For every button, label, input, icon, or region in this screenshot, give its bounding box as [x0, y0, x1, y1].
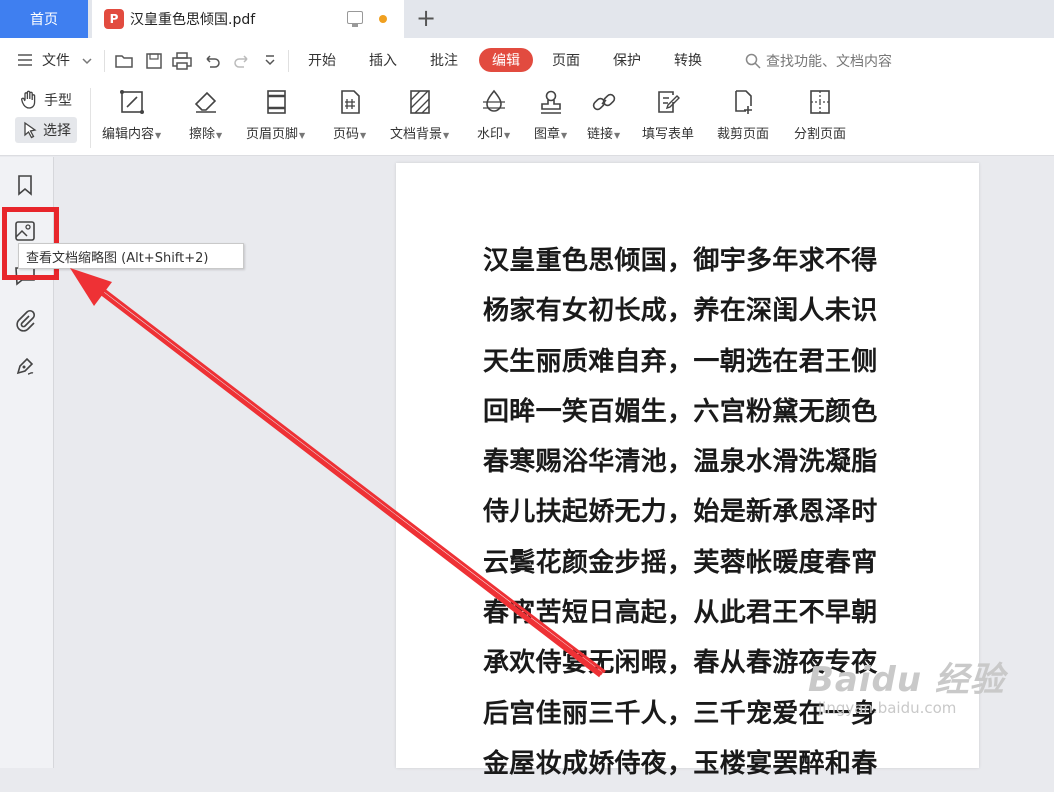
link-button[interactable]: 链接▼ — [587, 87, 620, 149]
link-icon — [589, 87, 619, 117]
tab-home[interactable]: 首页 — [0, 0, 88, 38]
header-footer-button[interactable]: 页眉页脚▼ — [246, 87, 305, 149]
open-folder-icon[interactable] — [114, 51, 134, 75]
hand-icon — [21, 90, 36, 109]
header-footer-icon — [261, 87, 291, 117]
hamburger-menu-icon[interactable] — [16, 51, 34, 73]
edit-content-icon — [117, 87, 147, 117]
hand-tool-button[interactable]: 手型 — [20, 90, 72, 110]
fill-form-icon — [653, 87, 683, 117]
poem-line: 云鬓花颜金步摇，芙蓉帐暖度春宵 — [483, 547, 878, 578]
bookmark-icon[interactable] — [13, 173, 37, 197]
menu-bar: 文件 开始 插入 批注 编辑 页面 保护 转换 查找功能、文档内容 — [0, 38, 1054, 82]
select-tool-button[interactable]: 选择 — [15, 117, 77, 143]
menu-file[interactable]: 文件 — [42, 50, 70, 72]
stamp-label: 图章 — [534, 127, 561, 142]
watermark: Baidu 经验 jingyan.baidu.com — [808, 652, 1005, 717]
undo-icon[interactable] — [202, 51, 222, 75]
stamp-icon — [536, 87, 566, 117]
toolbar-divider — [90, 88, 91, 148]
unsaved-dot-icon — [379, 15, 387, 23]
crop-page-icon — [728, 87, 758, 117]
hand-tool-label: 手型 — [44, 93, 72, 109]
quick-access-more-icon[interactable] — [262, 52, 278, 72]
search-input[interactable]: 查找功能、文档内容 — [744, 50, 892, 72]
edit-toolbar: 手型 选择 编辑内容▼ 擦除▼ 页眉页脚▼ 页码▼ 文档背景▼ 水印▼ 图章▼ … — [0, 82, 1054, 156]
poem-line: 汉皇重色思倾国，御宇多年求不得 — [483, 246, 878, 276]
watermark-button[interactable]: 水印▼ — [477, 87, 510, 149]
poem-line: 金屋妆成娇侍夜，玉楼宴罢醉和春 — [483, 748, 878, 779]
edit-content-button[interactable]: 编辑内容▼ — [102, 87, 161, 149]
watermark-url: jingyan.baidu.com — [818, 699, 957, 717]
menu-convert[interactable]: 转换 — [674, 50, 702, 72]
fill-form-button[interactable]: 填写表单 — [642, 87, 694, 149]
poem-line: 春宵苦短日高起，从此君王不早朝 — [483, 598, 878, 629]
monitor-icon[interactable] — [347, 11, 363, 27]
header-footer-label: 页眉页脚 — [246, 127, 299, 142]
erase-label: 擦除 — [189, 127, 216, 142]
new-tab-button[interactable]: + — [413, 4, 439, 32]
page-number-button[interactable]: 页码▼ — [333, 87, 366, 149]
watermark-icon — [479, 87, 509, 117]
menu-page[interactable]: 页面 — [552, 50, 580, 72]
menu-annotate[interactable]: 批注 — [430, 50, 458, 72]
doc-background-icon — [405, 87, 435, 117]
eraser-icon — [191, 87, 221, 117]
doc-background-label: 文档背景 — [390, 127, 443, 142]
search-icon — [745, 53, 761, 69]
split-page-icon — [805, 87, 835, 117]
menu-divider — [288, 50, 289, 72]
crop-page-label: 裁剪页面 — [717, 127, 770, 142]
chevron-down-icon[interactable] — [80, 53, 94, 72]
signature-icon[interactable] — [13, 354, 37, 378]
thumbnail-tooltip: 查看文档缩略图 (Alt+Shift+2) — [18, 243, 244, 269]
stamp-button[interactable]: 图章▼ — [534, 87, 567, 149]
menu-divider — [104, 50, 105, 72]
menu-insert[interactable]: 插入 — [369, 50, 397, 72]
split-page-label: 分割页面 — [794, 127, 847, 142]
document-tab-title: 汉皇重色思倾国.pdf — [130, 12, 256, 28]
split-page-button[interactable]: 分割页面 — [794, 87, 846, 149]
poem-line: 回眸一笑百媚生，六宫粉黛无颜色 — [483, 396, 878, 427]
fill-form-label: 填写表单 — [642, 127, 695, 142]
poem-line: 侍儿扶起娇无力，始是新承恩泽时 — [483, 497, 878, 528]
attachment-icon[interactable] — [13, 309, 37, 333]
doc-background-button[interactable]: 文档背景▼ — [390, 87, 449, 149]
watermark-brand: Baidu 经验 — [808, 660, 1005, 700]
redo-icon[interactable] — [232, 51, 252, 75]
cursor-icon — [24, 121, 37, 139]
tab-bar: 首页 P 汉皇重色思倾国.pdf + — [0, 0, 1054, 38]
menu-edit[interactable]: 编辑 — [479, 48, 533, 72]
menu-protect[interactable]: 保护 — [613, 50, 641, 72]
print-icon[interactable] — [171, 51, 193, 75]
page-number-icon — [335, 87, 365, 117]
poem-line: 春寒赐浴华清池，温泉水滑洗凝脂 — [483, 447, 878, 478]
menu-start[interactable]: 开始 — [308, 50, 336, 72]
edit-content-label: 编辑内容 — [102, 127, 155, 142]
tab-document[interactable]: P 汉皇重色思倾国.pdf — [92, 0, 404, 38]
crop-page-button[interactable]: 裁剪页面 — [717, 87, 769, 149]
select-tool-label: 选择 — [43, 123, 71, 139]
poem-line: 天生丽质难自弃，一朝选在君王侧 — [483, 346, 878, 377]
poem-line: 杨家有女初长成，养在深闺人未识 — [483, 296, 878, 327]
save-icon[interactable] — [144, 51, 164, 75]
search-placeholder: 查找功能、文档内容 — [766, 54, 892, 70]
erase-button[interactable]: 擦除▼ — [189, 87, 222, 149]
link-label: 链接 — [587, 127, 614, 142]
watermark-label: 水印 — [477, 127, 504, 142]
pdf-file-icon: P — [104, 9, 124, 29]
page-number-label: 页码 — [333, 127, 360, 142]
